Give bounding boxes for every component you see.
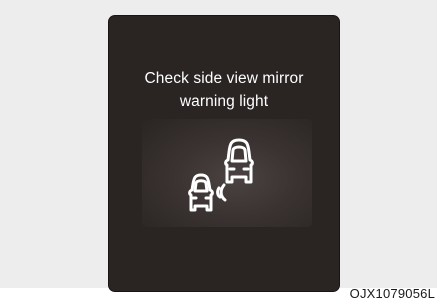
blind-spot-warning-icon xyxy=(188,138,254,212)
figure-code: OJX1079056L xyxy=(349,286,435,301)
warning-message: Check side view mirror warning light xyxy=(109,67,339,113)
warning-message-line-2: warning light xyxy=(179,93,269,110)
warning-message-line-1: Check side view mirror xyxy=(144,70,304,87)
cluster-display: Check side view mirror warning light xyxy=(109,16,339,291)
